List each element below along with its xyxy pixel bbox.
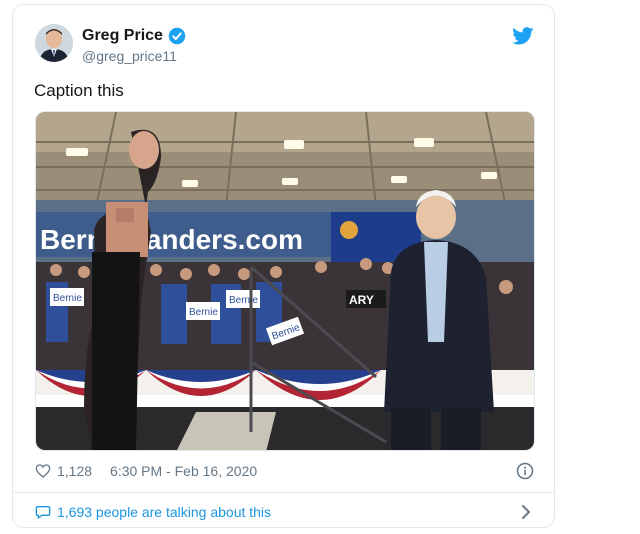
avatar[interactable] [35,24,73,62]
twitter-bird-icon[interactable] [512,27,534,45]
tweet-text: Caption this [34,81,124,100]
rally-sign: Bernie [189,307,218,318]
tweet-card: Greg Price @greg_price11 Caption this Be… [12,4,555,528]
rally-sign-partial: ARY [349,293,374,307]
user-handle[interactable]: @greg_price11 [82,48,177,64]
rally-sign: Bernie [229,295,258,306]
rally-sign: Bernie [53,293,82,304]
conversation-label[interactable]: 1,693 people are talking about this [57,504,271,520]
tweet-photo[interactable]: BernieSanders.com Bernie Bernie Bernie B… [35,111,535,451]
heart-icon[interactable] [35,463,51,479]
verified-badge-icon [168,27,186,45]
display-name-row[interactable]: Greg Price [82,27,186,45]
tweet-timestamp[interactable]: 6:30 PM - Feb 16, 2020 [110,463,257,479]
divider [13,492,554,493]
rally-photo-illustration: BernieSanders.com Bernie Bernie Bernie B… [36,112,534,450]
chat-bubble-icon [35,506,51,519]
chevron-right-icon[interactable] [520,504,532,520]
like-count[interactable]: 1,128 [57,463,92,479]
tweet-meta: 1,128 6:30 PM - Feb 16, 2020 [35,463,257,479]
conversation-link[interactable]: 1,693 people are talking about this [35,504,271,520]
info-icon[interactable] [516,462,534,480]
banner-text: BernieSanders.com [40,224,303,255]
display-name[interactable]: Greg Price [82,27,163,45]
